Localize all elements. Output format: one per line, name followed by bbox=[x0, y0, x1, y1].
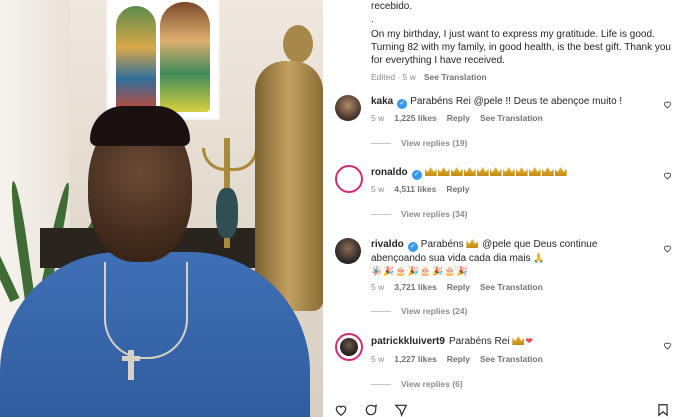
comment-username[interactable]: patrickkluivert9 bbox=[371, 336, 445, 347]
emoji-row: 🪅🎉🎂🎉🎂🎉🎂🎉 bbox=[371, 266, 469, 276]
comment-username[interactable]: rivaldo bbox=[371, 239, 404, 250]
view-replies-button[interactable]: View replies (6) bbox=[371, 379, 463, 389]
view-replies-button[interactable]: View replies (34) bbox=[371, 209, 467, 219]
crown-icon bbox=[424, 167, 437, 176]
heart-icon[interactable] bbox=[663, 171, 672, 180]
crown-icon bbox=[489, 167, 502, 176]
cross-pendant bbox=[122, 350, 140, 380]
caption-line: On my birthday, I just want to express m… bbox=[371, 29, 671, 66]
reply-button[interactable]: Reply bbox=[447, 113, 470, 123]
avatar[interactable] bbox=[335, 238, 361, 264]
see-translation-link[interactable]: See Translation bbox=[480, 113, 543, 123]
avatar[interactable] bbox=[335, 165, 363, 193]
comment-body-end: @pele que Deus continue abençoando sua v… bbox=[371, 239, 598, 264]
verified-badge-icon: ✓ bbox=[397, 99, 408, 109]
crown-icon bbox=[466, 239, 479, 248]
avatar[interactable] bbox=[335, 333, 363, 361]
reply-button[interactable]: Reply bbox=[447, 354, 470, 364]
view-replies-label: View replies (24) bbox=[401, 306, 468, 316]
comment-text: ronaldo ✓ bbox=[371, 166, 641, 180]
like-count[interactable]: 3,721 likes bbox=[394, 282, 437, 292]
crown-icon bbox=[515, 167, 528, 176]
necklace bbox=[104, 262, 188, 359]
verified-badge-icon: ✓ bbox=[411, 170, 422, 180]
comment-meta: 5 w 1,227 likes Reply See Translation bbox=[371, 354, 553, 364]
crown-icon bbox=[512, 336, 525, 345]
comment-username[interactable]: kaka bbox=[371, 96, 393, 107]
comment-meta: 5 w 4,511 likes Reply bbox=[371, 184, 479, 194]
heart-icon[interactable] bbox=[333, 403, 349, 417]
like-count[interactable]: 4,511 likes bbox=[394, 184, 436, 194]
comment-username[interactable]: ronaldo bbox=[371, 167, 408, 178]
caption-meta: Edited · 5 w See Translation bbox=[371, 71, 671, 84]
comment-body: Parabéns Rei @pele !! Deus te abençoe mu… bbox=[410, 96, 623, 107]
wall-painting bbox=[108, 0, 218, 118]
view-replies-button[interactable]: View replies (24) bbox=[371, 306, 467, 316]
heart-icon[interactable] bbox=[663, 100, 672, 109]
comment-meta: 5 w 1,225 likes Reply See Translation bbox=[371, 113, 553, 123]
pray-icon: 🙏 bbox=[533, 253, 545, 263]
reply-button[interactable]: Reply bbox=[446, 184, 469, 194]
comment-age: 5 w bbox=[371, 113, 385, 123]
crown-icon bbox=[528, 167, 541, 176]
see-translation-link[interactable]: See Translation bbox=[424, 72, 487, 82]
crown-icon bbox=[502, 167, 515, 176]
replies-divider bbox=[371, 143, 391, 145]
comment-text: rivaldo ✓ Parabéns @pele que Deus continue… bbox=[371, 238, 641, 278]
comment-text: kaka ✓ Parabéns Rei @pele !! Deus te abenç… bbox=[371, 95, 641, 109]
comment-text: patrickkluivert9 Parabéns Rei ❤ bbox=[371, 335, 641, 348]
view-replies-button[interactable]: View replies (19) bbox=[371, 138, 467, 148]
crown-icon bbox=[437, 167, 450, 176]
crown-icon bbox=[450, 167, 463, 176]
verified-badge-icon: ✓ bbox=[407, 242, 418, 252]
comment-body: Parabéns Rei bbox=[448, 336, 510, 347]
view-replies-label: View replies (34) bbox=[401, 209, 468, 219]
reply-button[interactable]: Reply bbox=[447, 282, 470, 292]
avatar[interactable] bbox=[335, 95, 361, 121]
comment-meta: 5 w 3,721 likes Reply See Translation bbox=[371, 282, 553, 292]
comment-age: 5 w bbox=[371, 184, 385, 194]
caption-line: . bbox=[371, 14, 374, 25]
like-count[interactable]: 1,227 likes bbox=[394, 354, 437, 364]
post-caption: recebido. . On my birthday, I just want … bbox=[371, 0, 671, 84]
view-replies-label: View replies (6) bbox=[401, 379, 463, 389]
person-hair bbox=[90, 106, 190, 146]
heart-icon[interactable] bbox=[663, 244, 672, 253]
comment-icon[interactable] bbox=[363, 403, 379, 417]
see-translation-link[interactable]: See Translation bbox=[480, 354, 543, 364]
heart-icon[interactable] bbox=[663, 341, 672, 350]
crown-icon bbox=[541, 167, 554, 176]
share-icon[interactable] bbox=[393, 403, 409, 417]
comment-body-start: Parabéns bbox=[420, 239, 464, 250]
comments-panel: recebido. . On my birthday, I just want … bbox=[323, 0, 684, 417]
crown-icon bbox=[463, 167, 476, 176]
instagram-post-view: recebido. . On my birthday, I just want … bbox=[0, 0, 684, 417]
crown-icon bbox=[476, 167, 489, 176]
red-heart-icon: ❤ bbox=[525, 336, 533, 346]
comment-age: 5 w bbox=[371, 282, 385, 292]
crown-icon bbox=[554, 167, 567, 176]
post-video[interactable] bbox=[0, 0, 323, 417]
comment-age: 5 w bbox=[371, 354, 385, 364]
view-replies-label: View replies (19) bbox=[401, 138, 468, 148]
caption-line: recebido. bbox=[371, 1, 413, 12]
replies-divider bbox=[371, 384, 391, 386]
see-translation-link[interactable]: See Translation bbox=[480, 282, 543, 292]
crown-emoji-row bbox=[424, 167, 568, 178]
like-count[interactable]: 1,225 likes bbox=[394, 113, 437, 123]
replies-divider bbox=[371, 214, 391, 216]
edited-label: Edited · 5 w bbox=[371, 72, 416, 82]
bookmark-icon[interactable] bbox=[655, 403, 671, 417]
replies-divider bbox=[371, 311, 391, 313]
